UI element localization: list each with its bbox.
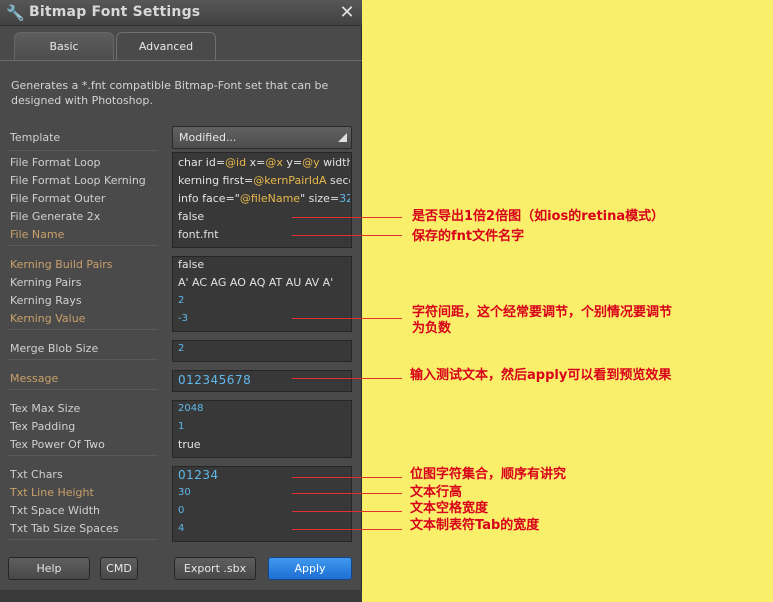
title-bar: 🔧 Bitmap Font Settings ✕ (0, 0, 362, 26)
divider (8, 359, 158, 360)
loop-placeholder: @x (265, 156, 283, 169)
kerning-loop-placeholder: @kernPairIdA (253, 174, 327, 187)
file-generate-2x-label: File Generate 2x (10, 210, 101, 223)
kerning-pairs-field[interactable]: A' AC AG AO AQ AT AU AV A' (178, 274, 350, 292)
merge-blob-size-label: Merge Blob Size (10, 342, 99, 355)
txt-space-width-label: Txt Space Width (10, 504, 101, 517)
tab-advanced[interactable]: Advanced (116, 32, 216, 61)
file-format-loop-field[interactable]: char id=@id x=@x y=@y width=@ (178, 154, 350, 172)
annotation-pointer (292, 511, 402, 512)
annotation-pointer (292, 477, 402, 478)
window-title: Bitmap Font Settings (29, 4, 201, 20)
annotation-pointer (292, 529, 402, 530)
file-format-outer-field[interactable]: info face="@fileName" size=32 bc (178, 190, 350, 208)
kerning-value-field[interactable]: -3 (178, 310, 350, 328)
divider (8, 455, 158, 456)
annotation-generate2x: 是否导出1倍2倍图（如ios的retina模式） (412, 209, 665, 224)
annotation-kerning-value-line2: 为负数 (412, 321, 452, 336)
message-label: Message (10, 372, 59, 385)
annotation-pointer (292, 493, 402, 494)
txt-line-height-label: Txt Line Height (10, 486, 94, 499)
kerning-loop-text: kerning first= (178, 174, 254, 187)
annotation-pointer (292, 217, 402, 218)
file-format-outer-label: File Format Outer (10, 192, 106, 205)
annotation-message: 输入测试文本，然后apply可以看到预览效果 (410, 368, 672, 383)
annotation-file-name: 保存的fnt文件名字 (412, 229, 525, 244)
tab-basic[interactable]: Basic (14, 32, 114, 60)
divider (8, 150, 158, 151)
message-input[interactable]: 012345678 (178, 371, 350, 389)
outer-text: " size= (300, 192, 340, 205)
loop-text: y= (282, 156, 303, 169)
kerning-loop-text: secor (330, 174, 350, 187)
help-button[interactable]: Help (8, 557, 90, 580)
outer-text: info face=" (178, 192, 240, 205)
tex-power-of-two-field[interactable]: true (178, 436, 350, 454)
tex-max-size-label: Tex Max Size (10, 402, 81, 415)
txt-chars-label: Txt Chars (10, 468, 63, 481)
template-label: Template (10, 131, 61, 144)
outer-placeholder: @fileName (239, 192, 301, 205)
kerning-build-pairs-field[interactable]: false (178, 256, 350, 274)
tex-padding-field[interactable]: 1 (178, 418, 350, 436)
apply-button[interactable]: Apply (268, 557, 352, 580)
kerning-pairs-label: Kerning Pairs (10, 276, 82, 289)
file-format-loop-label: File Format Loop (10, 156, 101, 169)
annotation-line-height: 文本行高 (410, 485, 463, 500)
annotation-kerning-value-line1: 字符间距，这个经常要调节，个别情况要调节 (412, 305, 673, 320)
loop-placeholder: @id (225, 156, 247, 169)
divider (8, 329, 158, 330)
txt-chars-input[interactable]: 01234 (178, 466, 350, 484)
loop-placeholder: @y (302, 156, 320, 169)
divider (8, 389, 158, 390)
annotation-tab-size: 文本制表符Tab的宽度 (410, 518, 540, 533)
kerning-value-label: Kerning Value (10, 312, 86, 325)
cmd-button[interactable]: CMD (100, 557, 138, 580)
close-icon[interactable]: ✕ (338, 3, 356, 23)
divider (8, 539, 158, 540)
export-sbx-button[interactable]: Export .sbx (174, 557, 256, 580)
loop-text: char id= (178, 156, 226, 169)
annotation-txt-chars: 位图字符集合，顺序有讲究 (410, 467, 567, 482)
loop-text: x= (246, 156, 266, 169)
annotation-pointer (292, 318, 402, 319)
triangle-dropdown-icon (338, 133, 347, 142)
txt-tab-size-spaces-label: Txt Tab Size Spaces (10, 522, 119, 535)
template-select[interactable]: Modified... (172, 126, 352, 149)
file-format-loop-kerning-label: File Format Loop Kerning (10, 174, 146, 187)
annotation-pointer (292, 235, 402, 236)
template-value: Modified... (179, 131, 237, 144)
wrench-icon: 🔧 (6, 4, 25, 22)
kerning-rays-field[interactable]: 2 (178, 292, 350, 310)
kerning-build-pairs-label: Kerning Build Pairs (10, 258, 113, 271)
outer-size-value: 32 (339, 192, 350, 205)
loop-text: width= (323, 156, 350, 169)
tex-max-size-field[interactable]: 2048 (178, 400, 350, 418)
kerning-rays-label: Kerning Rays (10, 294, 82, 307)
annotation-space-width: 文本空格宽度 (410, 501, 489, 516)
annotation-pointer (292, 378, 402, 379)
tab-divider (0, 60, 362, 61)
tex-padding-label: Tex Padding (10, 420, 76, 433)
file-name-label: File Name (10, 228, 65, 241)
merge-blob-size-field[interactable]: 2 (178, 340, 350, 358)
panel-footer (0, 590, 362, 602)
divider (8, 245, 158, 246)
description-text: Generates a *.fnt compatible Bitmap-Font… (11, 79, 329, 107)
tex-power-of-two-label: Tex Power Of Two (10, 438, 105, 451)
file-format-loop-kerning-field[interactable]: kerning first=@kernPairIdA secor (178, 172, 350, 190)
